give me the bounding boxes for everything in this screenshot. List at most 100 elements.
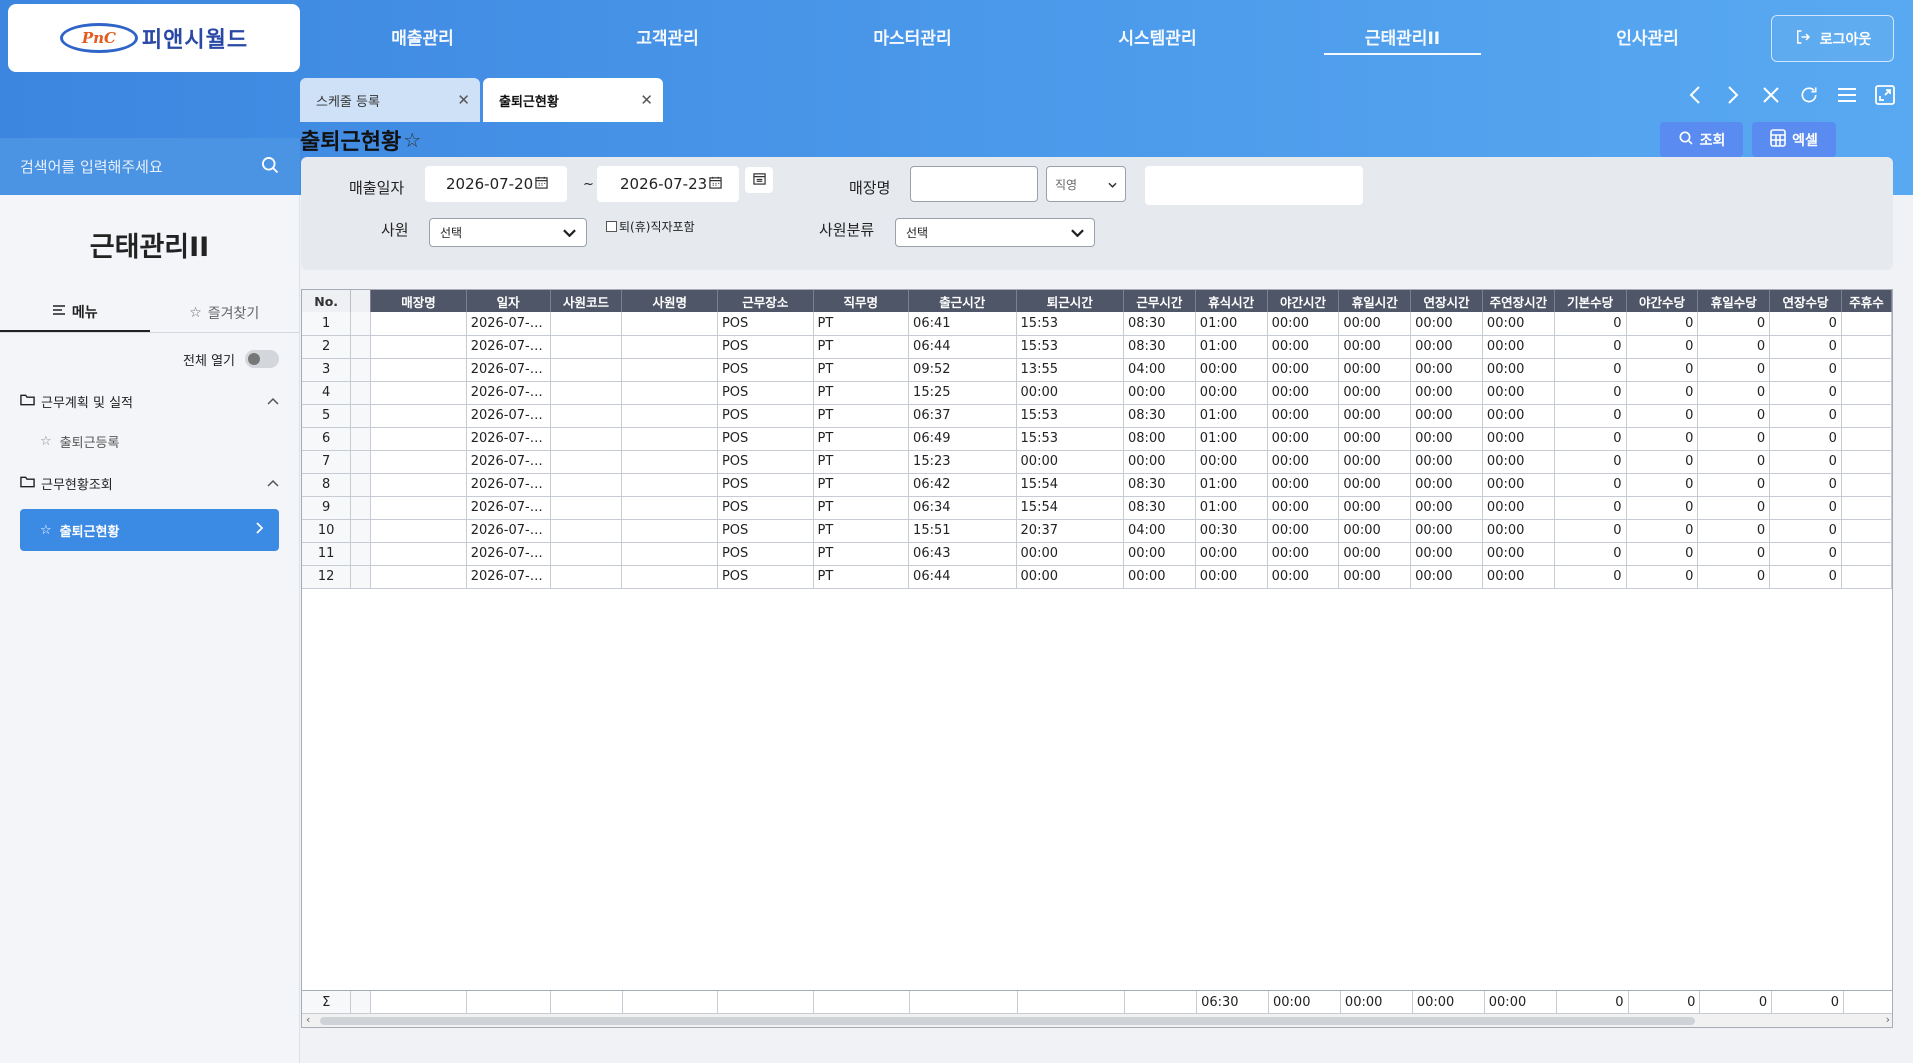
table-cell[interactable]: PT <box>813 335 910 359</box>
table-cell[interactable]: 0 <box>1697 473 1771 497</box>
table-cell[interactable]: 15:53 <box>1016 427 1125 451</box>
table-cell[interactable]: 13:55 <box>1016 358 1125 382</box>
table-cell[interactable]: 01:00 <box>1195 496 1268 520</box>
table-cell[interactable]: 0 <box>1626 404 1699 428</box>
table-cell[interactable]: 0 <box>1697 312 1771 336</box>
table-cell[interactable] <box>550 565 623 589</box>
table-cell[interactable]: 2026-07-… <box>466 565 551 589</box>
column-header[interactable]: 퇴근시간 <box>1016 290 1125 312</box>
table-cell[interactable]: 00:00 <box>1482 381 1555 405</box>
table-cell[interactable]: 01:00 <box>1195 335 1268 359</box>
table-cell[interactable]: 0 <box>1626 381 1699 405</box>
table-cell[interactable]: 00:00 <box>1410 542 1483 566</box>
chevron-up-icon[interactable] <box>267 394 279 409</box>
column-header[interactable]: 야간수당 <box>1626 290 1699 312</box>
table-cell[interactable]: POS <box>717 473 814 497</box>
table-cell[interactable]: 00:00 <box>1338 404 1412 428</box>
table-cell[interactable] <box>550 450 623 474</box>
table-cell[interactable]: POS <box>717 312 814 336</box>
nav-item-attendance[interactable]: 근태관리II <box>1280 0 1525 72</box>
table-cell[interactable]: 4 <box>302 381 352 405</box>
table-cell[interactable]: 00:00 <box>1123 565 1196 589</box>
table-cell[interactable] <box>621 496 718 520</box>
table-cell[interactable]: 0 <box>1697 404 1771 428</box>
table-cell[interactable]: 00:00 <box>1267 312 1340 336</box>
table-cell[interactable]: PT <box>813 381 910 405</box>
table-cell[interactable]: 00:00 <box>1267 450 1340 474</box>
tab-menu[interactable]: 메뉴 <box>0 293 150 332</box>
table-cell[interactable] <box>370 358 467 382</box>
table-cell[interactable]: POS <box>717 404 814 428</box>
table-cell[interactable]: 2 <box>302 335 352 359</box>
table-cell[interactable] <box>1841 473 1892 497</box>
table-cell[interactable]: 0 <box>1697 565 1771 589</box>
table-cell[interactable]: 00:00 <box>1267 565 1340 589</box>
calendar-icon[interactable] <box>535 175 548 193</box>
table-cell[interactable]: 0 <box>1769 404 1842 428</box>
table-cell[interactable] <box>550 427 623 451</box>
table-cell[interactable]: 00:00 <box>1267 335 1340 359</box>
table-cell[interactable]: 0 <box>1554 335 1627 359</box>
column-header[interactable]: 기본수당 <box>1554 290 1627 312</box>
table-row[interactable]: 1 2026-07-… POS PT 06:41 15:53 08:30 01:00 00:00… <box>302 312 1892 336</box>
table-cell[interactable]: 12 <box>302 565 352 589</box>
table-cell[interactable]: 00:00 <box>1338 542 1412 566</box>
table-cell[interactable]: 00:00 <box>1195 450 1268 474</box>
scroll-thumb[interactable] <box>320 1017 1695 1025</box>
table-cell[interactable]: 06:44 <box>908 335 1017 359</box>
star-icon[interactable]: ☆ <box>40 434 52 449</box>
table-cell[interactable]: 01:00 <box>1195 473 1268 497</box>
table-cell[interactable]: 00:00 <box>1016 565 1125 589</box>
table-cell[interactable]: 20:37 <box>1016 519 1125 543</box>
table-cell[interactable]: 0 <box>1697 335 1771 359</box>
menu-item-attendance-register[interactable]: ☆ 출퇴근등록 <box>0 429 299 453</box>
table-row[interactable]: 8 2026-07-… POS PT 06:42 15:54 08:30 01:00 00:00… <box>302 473 1892 497</box>
table-cell[interactable]: 00:00 <box>1338 473 1412 497</box>
table-cell[interactable] <box>1841 427 1892 451</box>
table-cell[interactable]: POS <box>717 335 814 359</box>
column-header[interactable]: 근무장소 <box>717 290 814 312</box>
table-cell[interactable] <box>550 473 623 497</box>
menu-group-work-status[interactable]: 근무현황조회 <box>0 471 299 495</box>
table-cell[interactable]: 00:00 <box>1267 404 1340 428</box>
table-cell[interactable]: 0 <box>1626 358 1699 382</box>
table-cell[interactable]: 00:00 <box>1410 565 1483 589</box>
table-cell[interactable] <box>621 542 718 566</box>
table-cell[interactable]: 09:52 <box>908 358 1017 382</box>
table-cell[interactable]: POS <box>717 496 814 520</box>
table-cell[interactable]: 01:00 <box>1195 427 1268 451</box>
nav-item-sales[interactable]: 매출관리 <box>300 0 545 72</box>
table-cell[interactable]: 0 <box>1554 358 1627 382</box>
table-row[interactable]: 10 2026-07-… POS PT 15:51 20:37 04:00 00:30 00:0… <box>302 519 1892 543</box>
table-cell[interactable]: 2026-07-… <box>466 381 551 405</box>
table-cell[interactable]: 08:30 <box>1123 496 1196 520</box>
table-cell[interactable] <box>550 381 623 405</box>
table-cell[interactable]: 2026-07-… <box>466 519 551 543</box>
table-cell[interactable]: 00:00 <box>1482 335 1555 359</box>
table-cell[interactable]: 0 <box>1554 404 1627 428</box>
nav-item-master[interactable]: 마스터관리 <box>790 0 1035 72</box>
close-icon[interactable]: ✕ <box>457 91 470 109</box>
table-cell[interactable] <box>621 565 718 589</box>
column-header[interactable]: 휴일시간 <box>1338 290 1412 312</box>
expand-all-toggle[interactable] <box>245 350 279 368</box>
table-row[interactable]: 5 2026-07-… POS PT 06:37 15:53 08:30 01:00 00:00… <box>302 404 1892 428</box>
table-cell[interactable]: 0 <box>1554 450 1627 474</box>
search-input[interactable]: 검색어를 입력해주세요 <box>20 156 163 177</box>
close-all-icon[interactable] <box>1761 82 1781 108</box>
column-header[interactable]: 주연장시간 <box>1482 290 1555 312</box>
search-button[interactable]: 조회 <box>1660 122 1743 157</box>
table-cell[interactable] <box>350 381 372 405</box>
table-cell[interactable]: 0 <box>1626 312 1699 336</box>
table-cell[interactable]: 00:00 <box>1410 519 1483 543</box>
table-cell[interactable] <box>621 335 718 359</box>
table-cell[interactable]: POS <box>717 542 814 566</box>
table-cell[interactable] <box>550 358 623 382</box>
column-header[interactable]: 연장수당 <box>1769 290 1842 312</box>
employee-class-select[interactable]: 선택 <box>895 218 1095 247</box>
column-header[interactable]: 일자 <box>466 290 551 312</box>
table-cell[interactable] <box>1841 542 1892 566</box>
table-cell[interactable] <box>550 542 623 566</box>
table-row[interactable]: 4 2026-07-… POS PT 15:25 00:00 00:00 00:00 00:00… <box>302 381 1892 405</box>
column-header[interactable]: 야간시간 <box>1267 290 1340 312</box>
